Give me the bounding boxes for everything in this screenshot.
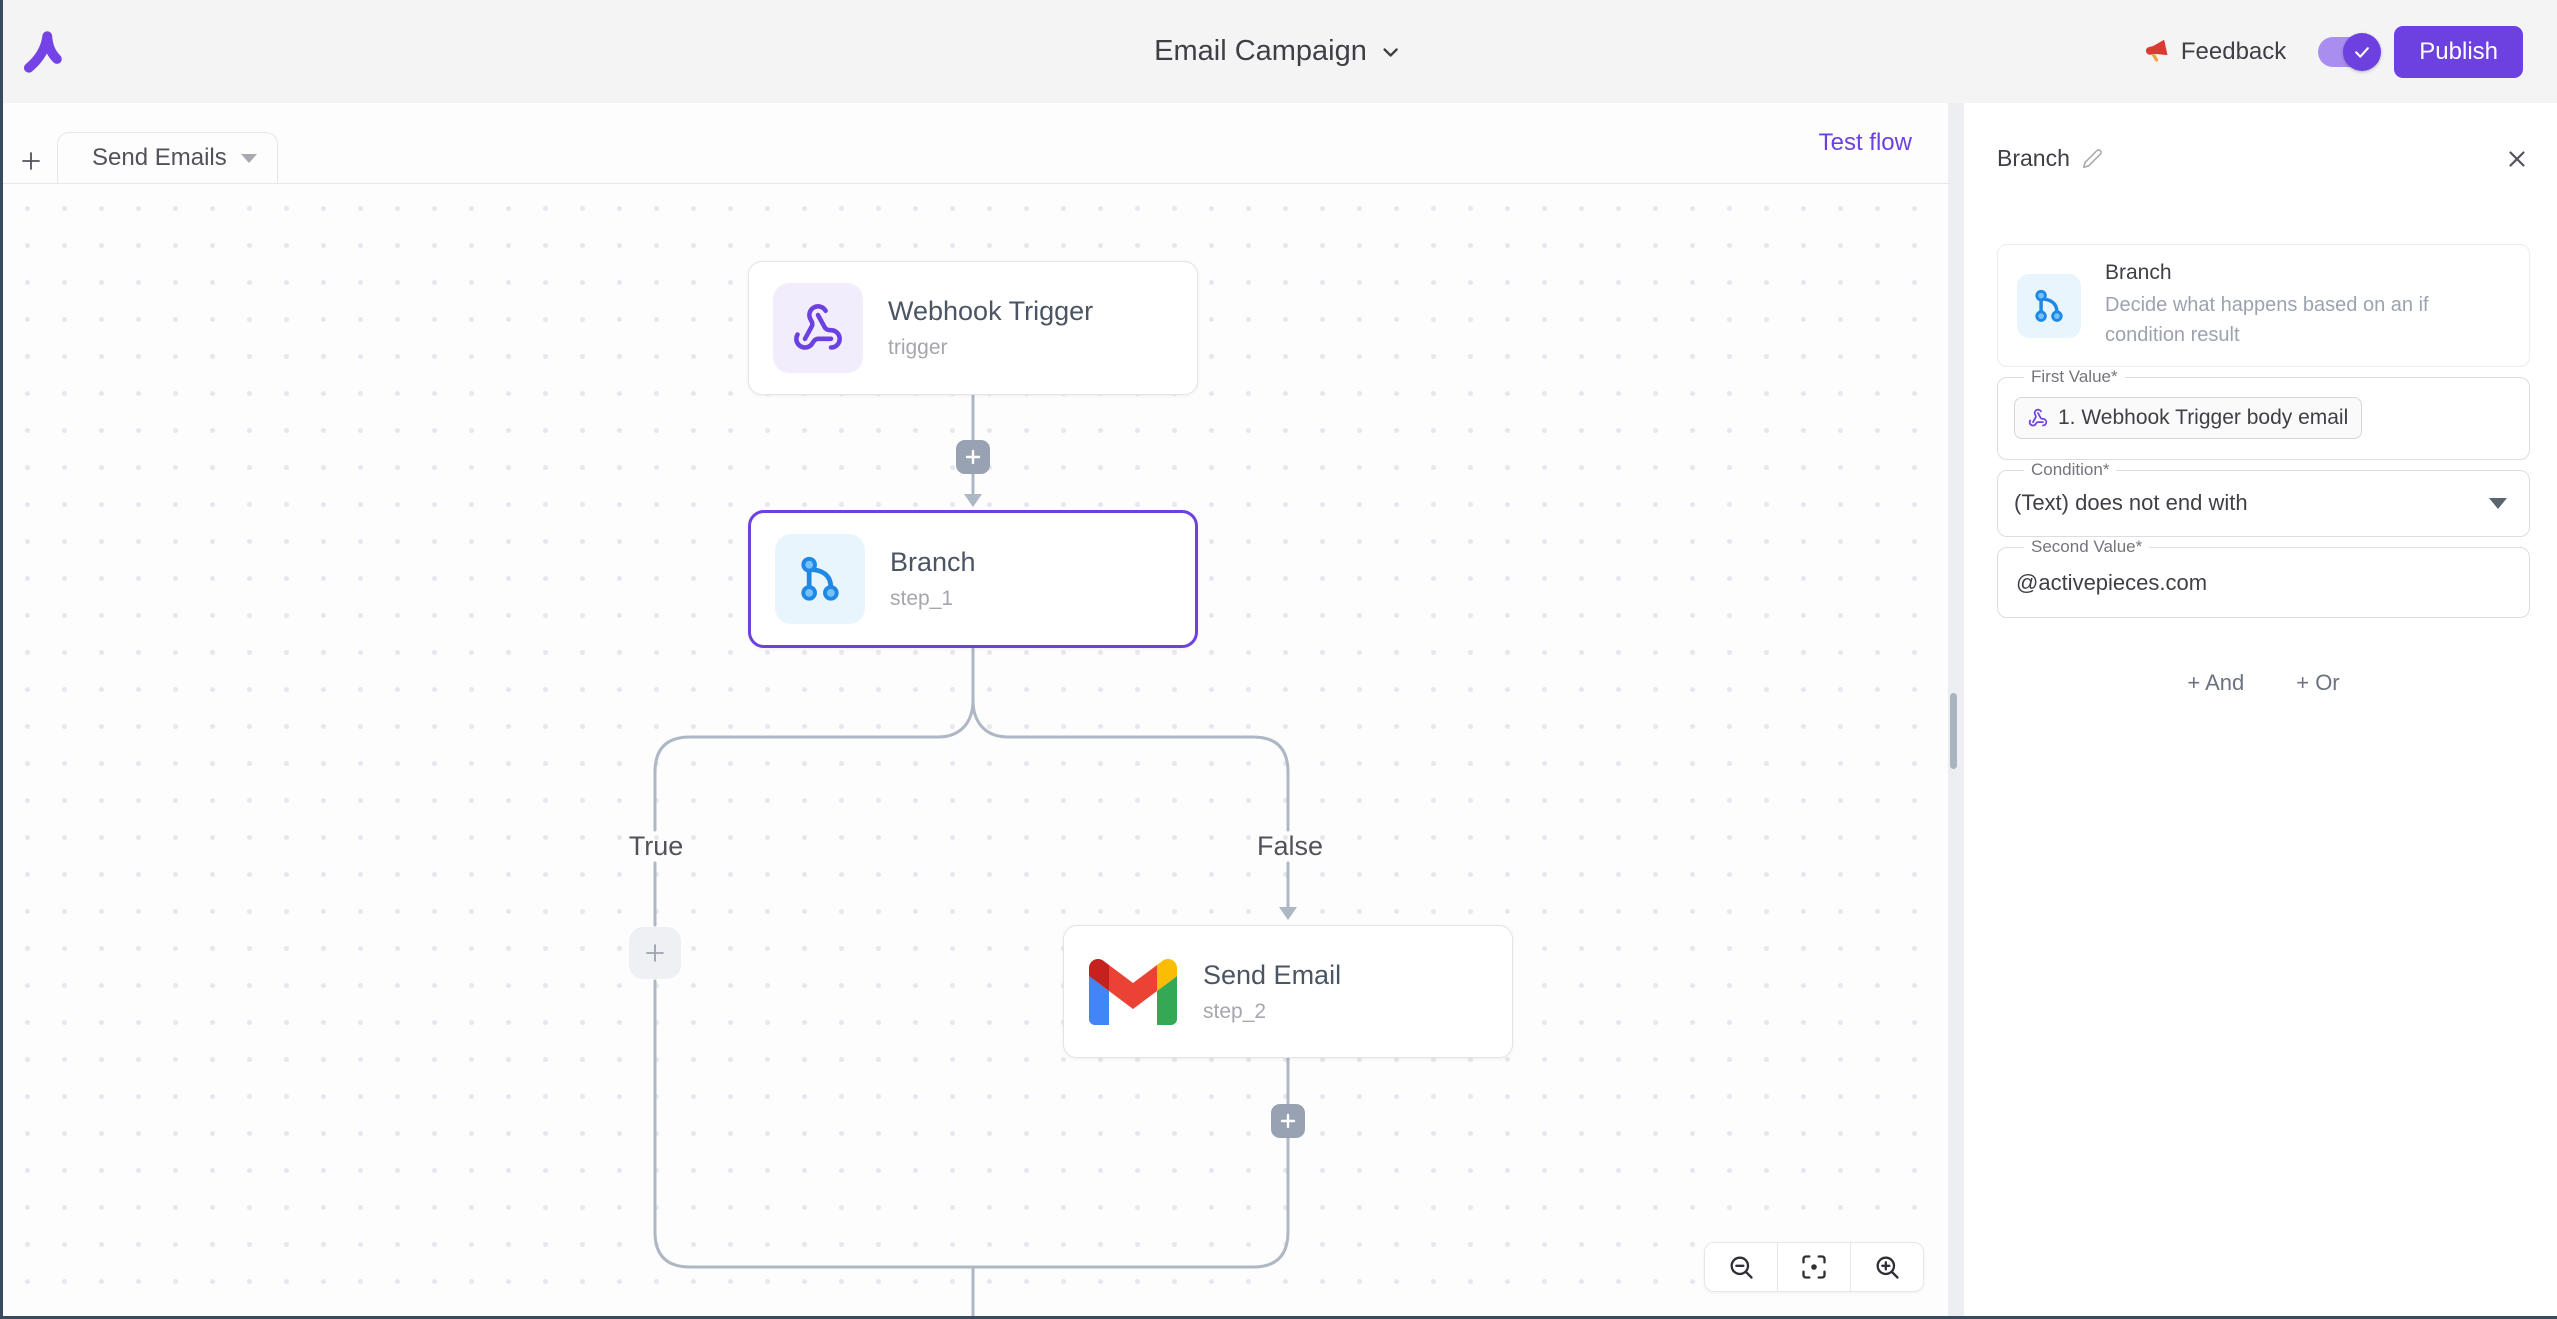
feedback-link[interactable]: Feedback [2144, 38, 2286, 66]
second-value-label: Second Value* [2024, 537, 2149, 557]
zoom-out-button[interactable] [1705, 1243, 1777, 1291]
flow-title-dropdown[interactable]: Email Campaign [1154, 0, 1403, 103]
webhook-icon [2028, 408, 2048, 428]
condition-logic-buttons: + And + Or [1997, 670, 2530, 696]
condition-select[interactable]: (Text) does not end with [2014, 490, 2513, 516]
branch-false-label: False [1257, 831, 1323, 862]
zoom-out-icon [1727, 1253, 1755, 1281]
first-value-label: First Value* [2024, 367, 2125, 387]
node-branch[interactable]: Branch step_1 [748, 510, 1198, 648]
megaphone-icon [2144, 38, 2171, 65]
branch-icon [2017, 274, 2081, 338]
first-value-token-label: 1. Webhook Trigger body email [2058, 406, 2348, 430]
arrowhead-to-send-email [1279, 907, 1297, 920]
second-value-input[interactable] [2014, 569, 2517, 597]
plus-icon [643, 941, 667, 965]
node-send-email[interactable]: Send Email step_2 [1063, 925, 1513, 1058]
node-text: Webhook Trigger trigger [888, 296, 1093, 360]
flow-title: Email Campaign [1154, 35, 1367, 68]
add-and-condition-button[interactable]: + And [2187, 670, 2244, 696]
fit-view-icon [1800, 1253, 1828, 1281]
plus-icon [964, 448, 982, 466]
tab-caret-icon [241, 154, 257, 163]
zoom-in-icon [1873, 1253, 1901, 1281]
activepieces-logo-icon[interactable] [20, 28, 64, 76]
first-value-field: First Value* 1. Webhook Trigger body ema… [1997, 367, 2530, 460]
node-subtitle: step_2 [1203, 1000, 1341, 1024]
zoom-in-button[interactable] [1850, 1243, 1923, 1291]
plus-icon [1279, 1112, 1297, 1130]
node-subtitle: trigger [888, 336, 1093, 360]
close-icon [2504, 146, 2530, 172]
flow-tab-label: Send Emails [92, 144, 227, 172]
flow-tab-row: Send Emails Test flow [0, 103, 1948, 184]
test-flow-button[interactable]: Test flow [1813, 128, 1918, 158]
flow-canvas[interactable]: Send Emails Test flow Webhook Trigger tr… [0, 103, 1948, 1319]
node-title: Webhook Trigger [888, 296, 1093, 327]
add-step-true-branch-button[interactable] [629, 927, 681, 979]
step-info-card: Branch Decide what happens based on an i… [1997, 244, 2530, 367]
toggle-knob [2343, 33, 2381, 71]
flow-builder-app: Email Campaign Feedback [0, 0, 2557, 1319]
edit-name-icon[interactable] [2082, 148, 2103, 169]
second-value-field: Second Value* [1997, 537, 2530, 618]
node-text: Send Email step_2 [1203, 960, 1341, 1024]
branch-icon [775, 534, 865, 624]
add-flow-button[interactable] [13, 143, 49, 179]
panel-header: Branch [1997, 145, 2530, 172]
node-webhook-trigger[interactable]: Webhook Trigger trigger [748, 261, 1198, 395]
arrowhead-to-branch [964, 494, 982, 507]
panel-title: Branch [1997, 145, 2070, 172]
close-panel-button[interactable] [2504, 146, 2530, 172]
check-icon [2352, 42, 2372, 62]
publish-button[interactable]: Publish [2394, 26, 2523, 78]
step-info-description: Decide what happens based on an if condi… [2105, 290, 2437, 350]
chevron-down-icon [1379, 40, 1403, 64]
condition-field: Condition* (Text) does not end with [1997, 460, 2530, 537]
dropdown-caret-icon [2489, 498, 2507, 509]
window-left-edge [0, 0, 3, 1319]
node-title: Send Email [1203, 960, 1341, 991]
condition-value: (Text) does not end with [2014, 490, 2248, 516]
top-bar: Email Campaign Feedback [0, 0, 2557, 103]
node-subtitle: step_1 [890, 587, 976, 611]
node-title: Branch [890, 547, 976, 578]
branch-true-label: True [629, 831, 684, 862]
top-bar-actions: Feedback Publish [2144, 0, 2523, 103]
first-value-token[interactable]: 1. Webhook Trigger body email [2014, 397, 2362, 439]
webhook-icon [773, 283, 863, 373]
add-or-condition-button[interactable]: + Or [2296, 670, 2339, 696]
step-info-text: Branch Decide what happens based on an i… [2105, 261, 2437, 350]
add-step-after-send-email-button[interactable] [1271, 1104, 1305, 1138]
plus-icon [19, 146, 43, 176]
condition-label: Condition* [2024, 460, 2116, 480]
panel-resize-handle[interactable] [1950, 693, 1957, 769]
node-text: Branch step_1 [890, 547, 976, 611]
step-settings-panel: Branch Branch [1964, 103, 2557, 1319]
flow-tab-send-emails[interactable]: Send Emails [57, 132, 278, 183]
fit-view-button[interactable] [1777, 1243, 1850, 1291]
step-info-title: Branch [2105, 261, 2437, 285]
gmail-icon [1088, 947, 1178, 1037]
flow-enabled-toggle[interactable] [2318, 37, 2376, 67]
canvas-zoom-controls [1704, 1242, 1924, 1292]
feedback-label: Feedback [2181, 38, 2286, 66]
add-step-button[interactable] [956, 440, 990, 474]
